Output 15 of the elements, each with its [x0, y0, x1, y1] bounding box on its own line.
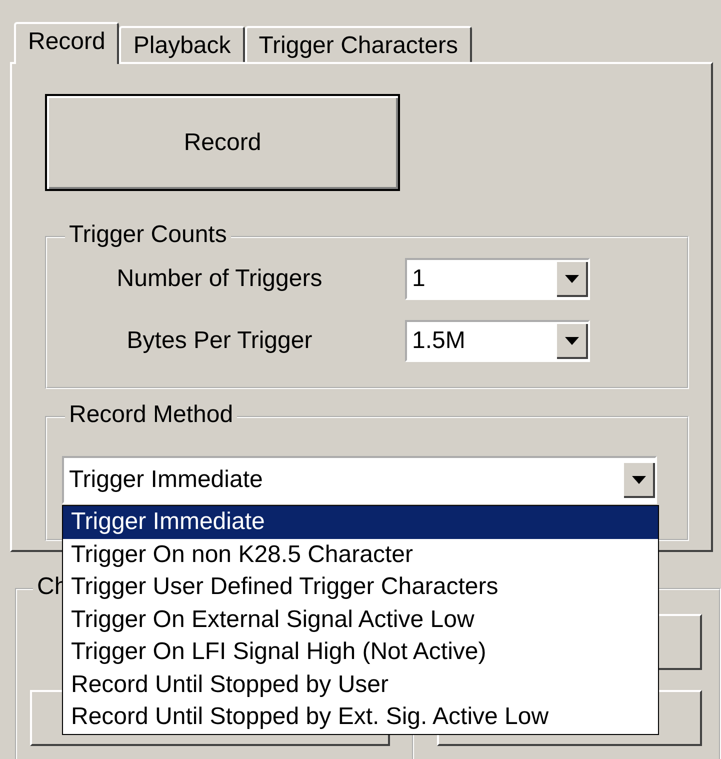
dropdown-option[interactable]: Trigger On LFI Signal High (Not Active): [63, 636, 658, 668]
field-label: Bytes Per Trigger: [126, 327, 314, 355]
dropdown-option[interactable]: Record Until Stopped by User: [63, 668, 658, 701]
tab[interactable]: Playback: [119, 26, 245, 62]
dropdown-option[interactable]: Trigger On External Signal Active Low: [63, 604, 658, 636]
tab[interactable]: Trigger Characters: [244, 26, 472, 62]
record-button[interactable]: Record: [45, 94, 400, 191]
dropdown-option[interactable]: Record Until Stopped by Ext. Sig. Active Low: [63, 701, 658, 734]
tab[interactable]: Record: [14, 22, 120, 64]
dropdown[interactable]: Trigger Immediate: [62, 456, 657, 504]
field-label: Number of Triggers: [116, 265, 324, 293]
dropdown[interactable]: 1.5M: [405, 320, 590, 362]
dropdown[interactable]: 1: [405, 258, 590, 300]
dropdown-option[interactable]: Trigger Immediate: [63, 506, 658, 538]
dropdown-option[interactable]: Trigger On non K28.5 Character: [63, 538, 658, 571]
